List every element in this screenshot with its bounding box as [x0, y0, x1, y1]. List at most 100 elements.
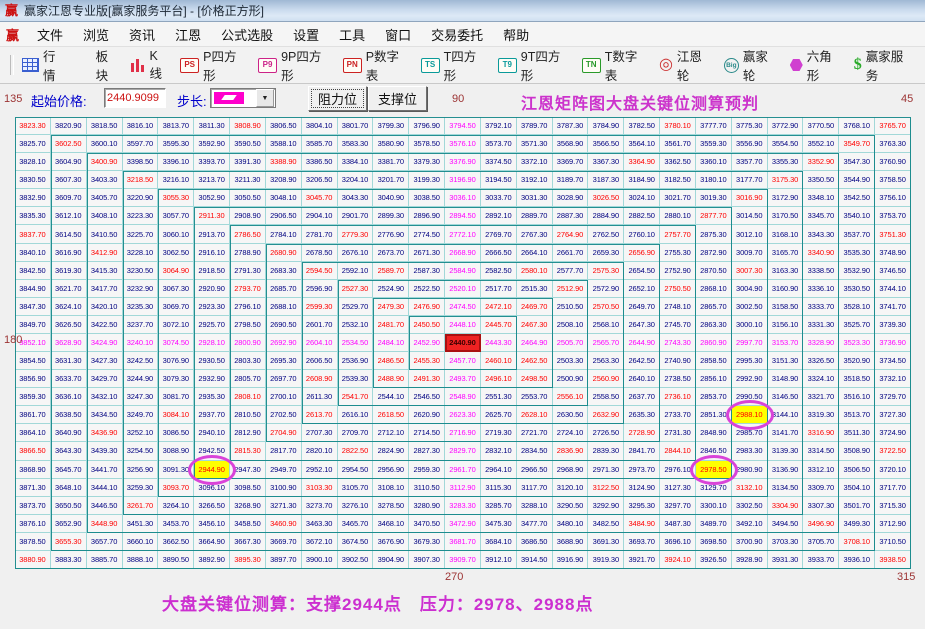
menu-item-7[interactable]: 窗口 — [375, 22, 421, 47]
grid-cell: 3504.10 — [839, 478, 876, 497]
grid-cell: 3789.70 — [516, 117, 553, 136]
toolbar-winner-wheel[interactable]: Big 赢家轮 — [723, 46, 779, 84]
toolbar-9t-square[interactable]: T9 9T四方形 — [497, 46, 571, 84]
grid-cell: 3468.10 — [373, 514, 410, 533]
grid-cell: 2712.10 — [373, 424, 410, 443]
grid-cell: 2728.90 — [624, 424, 661, 443]
grid-cell: 2704.90 — [265, 424, 302, 443]
grid-cell: 2949.70 — [265, 460, 302, 479]
grid-cell: 3367.30 — [588, 153, 625, 172]
toolbar-kline[interactable]: K线 — [130, 49, 169, 82]
grid-cell: 3266.50 — [194, 496, 231, 515]
grid-cell: 2570.50 — [588, 297, 625, 316]
menu-item-0[interactable]: 文件 — [27, 22, 73, 47]
grid-cell: 3506.50 — [839, 460, 876, 479]
toolbar-9p-square[interactable]: P9 9P四方形 — [258, 46, 332, 84]
grid-cell: 2906.50 — [265, 207, 302, 226]
grid-cell: 2997.70 — [731, 333, 768, 353]
grid-cell: 2486.50 — [373, 352, 410, 371]
grid-cell: 2990.50 — [731, 388, 768, 407]
toolbar-winner-service[interactable]: $ 赢家服务 — [854, 46, 914, 84]
menu-item-1[interactable]: 浏览 — [73, 22, 119, 47]
grid-cell: 3921.70 — [624, 550, 661, 569]
grid-cell: 2592.10 — [337, 261, 374, 280]
grid-cell: 3062.50 — [158, 243, 195, 262]
grid-cell: 2522.50 — [409, 279, 446, 298]
grid-cell: 2476.90 — [409, 297, 446, 316]
grid-cell: 2666.50 — [480, 243, 517, 262]
grid-cell: 2457.70 — [445, 352, 481, 371]
grid-cell: 3760.90 — [875, 153, 911, 172]
grid-cell: 2920.90 — [194, 279, 231, 298]
grid-cell: 3393.70 — [194, 153, 231, 172]
grid-cell: 3844.90 — [15, 279, 51, 298]
grid-cell: 2714.50 — [409, 424, 446, 443]
grid-cell: 3345.70 — [803, 207, 840, 226]
hex-icon — [789, 59, 803, 71]
step-style-dropdown[interactable]: ▼ — [210, 88, 276, 108]
toolbar-p-number-table[interactable]: PN P数字表 — [342, 46, 410, 84]
grid-cell: 3254.50 — [122, 442, 159, 461]
grid-cell: 2479.30 — [373, 297, 410, 316]
grid-cell: 2918.50 — [194, 261, 231, 280]
menu-item-9[interactable]: 帮助 — [493, 22, 539, 47]
resistance-button[interactable]: 阻力位 — [308, 86, 367, 111]
menu-item-8[interactable]: 交易委托 — [421, 22, 493, 47]
start-price-input[interactable] — [104, 88, 166, 108]
grid-cell: 2517.70 — [480, 279, 517, 298]
grid-cell: 2599.30 — [301, 297, 338, 316]
grid-cell: 3456.10 — [194, 514, 231, 533]
toolbar-t-number-table[interactable]: TN T数字表 — [581, 46, 648, 84]
grid-cell: 3696.10 — [660, 532, 696, 551]
angle-label-45: 45 — [901, 93, 914, 105]
grid-cell: 3264.10 — [158, 496, 195, 515]
grid-cell: 3806.50 — [265, 117, 302, 136]
toolbar-t-square[interactable]: TS T四方形 — [420, 46, 487, 84]
grid-cell: 3931.30 — [767, 550, 804, 569]
grid-cell: 3532.90 — [839, 261, 876, 280]
grid-cell: 3072.10 — [158, 315, 195, 334]
support-button[interactable]: 支撑位 — [368, 86, 427, 111]
toolbar-quotes[interactable]: 行情 — [21, 46, 67, 84]
menu-item-3[interactable]: 江恩 — [165, 22, 211, 47]
grid-cell: 2968.90 — [552, 460, 589, 479]
grid-cell: 3064.90 — [158, 261, 195, 280]
grid-cell: 3199.30 — [409, 171, 446, 190]
grid-cell: 2752.90 — [660, 261, 696, 280]
toolbar-sectors[interactable]: 板块 — [78, 46, 120, 84]
menu-item-5[interactable]: 设置 — [283, 22, 329, 47]
grid-cell: 3585.70 — [301, 135, 338, 154]
menu-item-4[interactable]: 公式选股 — [211, 22, 283, 47]
grid-cell: 2452.90 — [409, 333, 446, 353]
grid-cell: 3295.30 — [624, 496, 661, 515]
grid-cell: 3024.10 — [624, 189, 661, 208]
toolbar-p-square[interactable]: PS P四方形 — [180, 46, 247, 84]
toolbar-label: 六角形 — [806, 50, 832, 83]
dollar-icon: $ — [853, 56, 862, 73]
grid-cell: 2772.10 — [445, 225, 481, 244]
grid-cell: 2443.30 — [480, 333, 517, 353]
menu-item-6[interactable]: 工具 — [329, 22, 375, 47]
grid-cell: 2467.30 — [516, 315, 553, 334]
grid-cell: 3856.90 — [15, 370, 51, 389]
grid-cell: 2935.30 — [194, 388, 231, 407]
grid-cell: 3482.50 — [588, 514, 625, 533]
grid-cell: 3712.90 — [875, 514, 911, 533]
grid-cell: 3033.70 — [480, 189, 517, 208]
grid-cell: 2613.70 — [301, 406, 338, 425]
toolbar-gann-wheel[interactable]: ◎ 江恩轮 — [659, 46, 713, 84]
grid-cell: 3021.70 — [660, 189, 696, 208]
grid-cell: 3691.30 — [588, 532, 625, 551]
grid-cell: 3432.10 — [86, 388, 123, 407]
grid-cell: 2716.90 — [445, 424, 481, 443]
grid-cell: 3580.90 — [373, 135, 410, 154]
grid-cell: 3410.50 — [86, 225, 123, 244]
menu-item-2[interactable]: 资讯 — [119, 22, 165, 47]
chevron-down-icon[interactable]: ▼ — [256, 89, 274, 107]
grid-cell: 3734.50 — [875, 352, 911, 371]
grid-cell: 2695.30 — [265, 352, 302, 371]
grid-cell: 3808.90 — [230, 117, 266, 136]
grid-cell: 2985.70 — [731, 424, 768, 443]
toolbar-hexagon[interactable]: 六角形 — [789, 46, 843, 84]
grid-cell: 2668.90 — [445, 243, 481, 262]
